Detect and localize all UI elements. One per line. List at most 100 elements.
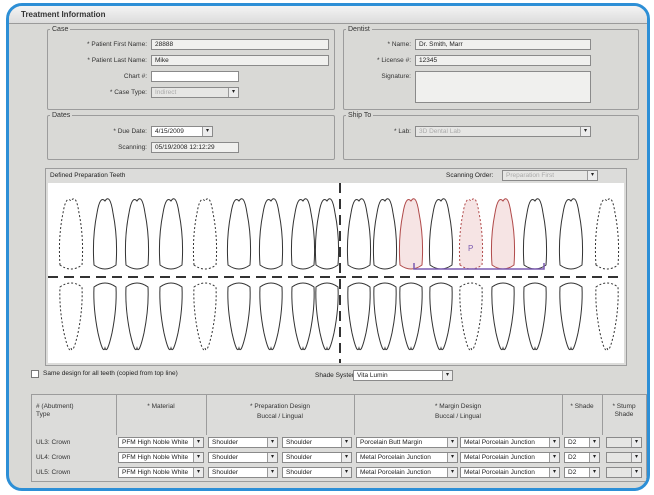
chevron-down-icon: ▾ [549, 438, 559, 447]
signature-box[interactable] [415, 71, 591, 103]
license-field[interactable]: 12345 [415, 55, 591, 66]
row-prep-buccal-value: Shoulder [212, 439, 239, 446]
chevron-down-icon: ▾ [631, 438, 641, 447]
row-prep-lingual-value: Shoulder [286, 439, 313, 446]
row-material-value: PFM High Noble White [122, 439, 189, 446]
row-stump-dropdown[interactable]: ▾ [606, 437, 642, 448]
dental-chart[interactable]: P [48, 183, 624, 363]
scanning-order-value: Preparation First [506, 172, 555, 179]
svg-text:P: P [468, 244, 473, 253]
chevron-down-icon: ▾ [589, 453, 599, 462]
case-type-dropdown[interactable]: Indirect ▾ [151, 87, 239, 98]
window-title: Treatment Information [9, 6, 647, 24]
dentist-name-field[interactable]: Dr. Smith, Marr [415, 39, 591, 50]
upper-tooth [522, 198, 548, 270]
lower-tooth [93, 282, 117, 351]
dates-legend: Dates [52, 112, 71, 119]
chevron-down-icon: ▾ [631, 453, 641, 462]
patient-first-name-label: * Patient First Name: [87, 41, 147, 48]
row-margin-lingual-value: Metal Porcelain Junction [464, 439, 535, 446]
upper-tooth [372, 198, 398, 270]
upper-tooth [92, 198, 118, 270]
upper-tooth [192, 198, 218, 270]
row-prep-buccal-dropdown[interactable]: Shoulder ▾ [208, 452, 278, 463]
upper-tooth [458, 198, 484, 270]
row-margin-lingual-dropdown[interactable]: Metal Porcelain Junction ▾ [460, 467, 560, 478]
chevron-down-icon: ▾ [442, 371, 452, 380]
row-material-dropdown[interactable]: PFM High Noble White ▾ [118, 467, 204, 478]
row-margin-lingual-value: Metal Porcelain Junction [464, 454, 535, 461]
row-material-dropdown[interactable]: PFM High Noble White ▾ [118, 437, 204, 448]
row-shade-dropdown[interactable]: D2 ▾ [564, 467, 600, 478]
same-design-label: Same design for all teeth (copied from t… [43, 370, 178, 377]
row-prep-buccal-dropdown[interactable]: Shoulder ▾ [208, 467, 278, 478]
row-margin-buccal-dropdown[interactable]: Metal Porcelain Junction ▾ [356, 467, 458, 478]
row-prep-lingual-dropdown[interactable]: Shoulder ▾ [282, 467, 352, 478]
col-header-prep-sub: Buccal / Lingual [257, 413, 303, 420]
row-stump-dropdown[interactable]: ▾ [606, 467, 642, 478]
same-design-checkbox[interactable] [31, 370, 39, 378]
row-margin-buccal-dropdown[interactable]: Metal Porcelain Junction ▾ [356, 452, 458, 463]
lab-label: * Lab: [394, 128, 411, 135]
row-margin-lingual-value: Metal Porcelain Junction [464, 469, 535, 476]
row-margin-buccal-value: Metal Porcelain Junction [360, 454, 431, 461]
lower-tooth [595, 282, 619, 351]
lower-tooth [227, 282, 251, 351]
lower-tooth [523, 282, 547, 351]
upper-tooth [428, 198, 454, 270]
chevron-down-icon: ▾ [447, 468, 457, 477]
lower-tooth [347, 282, 371, 351]
row-type-cell: UL4: Crown [36, 454, 71, 461]
row-margin-lingual-dropdown[interactable]: Metal Porcelain Junction ▾ [460, 452, 560, 463]
row-prep-lingual-dropdown[interactable]: Shoulder ▾ [282, 452, 352, 463]
lower-tooth [159, 282, 183, 351]
scanning-order-label: Scanning Order: [446, 172, 494, 179]
ship-to-legend: Ship To [348, 112, 372, 119]
row-stump-dropdown[interactable]: ▾ [606, 452, 642, 463]
row-margin-lingual-dropdown[interactable]: Metal Porcelain Junction ▾ [460, 437, 560, 448]
window-frame: Treatment Information Case * Patient Fir… [6, 3, 650, 491]
shade-system-dropdown[interactable]: Vita Lumin ▾ [353, 370, 453, 381]
row-prep-buccal-value: Shoulder [212, 454, 239, 461]
row-material-dropdown[interactable]: PFM High Noble White ▾ [118, 452, 204, 463]
col-header-prep-design: * Preparation Design [250, 403, 310, 410]
row-shade-dropdown[interactable]: D2 ▾ [564, 437, 600, 448]
teeth-panel: Defined Preparation Teeth Scanning Order… [45, 168, 627, 366]
scanning-order-dropdown[interactable]: Preparation First ▾ [502, 170, 598, 181]
patient-last-name-field[interactable]: Mike [151, 55, 329, 66]
due-date-label: * Due Date: [113, 128, 147, 135]
lower-tooth [193, 282, 217, 351]
chart-number-field[interactable] [151, 71, 239, 82]
lower-tooth [259, 282, 283, 351]
chevron-down-icon: ▾ [267, 453, 277, 462]
scanning-date-field: 05/19/2008 12:12:29 [151, 142, 239, 153]
lower-tooth [491, 282, 515, 351]
lab-value: 3D Dental Lab [419, 128, 461, 135]
row-shade-dropdown[interactable]: D2 ▾ [564, 452, 600, 463]
upper-tooth [346, 198, 372, 270]
due-date-picker[interactable]: 4/15/2009 ▾ [151, 126, 213, 137]
chevron-down-icon: ▾ [341, 438, 351, 447]
patient-first-name-field[interactable]: 28888 [151, 39, 329, 50]
upper-tooth [290, 198, 316, 270]
chevron-down-icon: ▾ [587, 171, 597, 180]
row-prep-lingual-dropdown[interactable]: Shoulder ▾ [282, 437, 352, 448]
chevron-down-icon: ▾ [193, 438, 203, 447]
row-prep-buccal-dropdown[interactable]: Shoulder ▾ [208, 437, 278, 448]
chevron-down-icon: ▾ [267, 438, 277, 447]
row-margin-buccal-dropdown[interactable]: Porcelain Butt Margin ▾ [356, 437, 458, 448]
teeth-panel-title: Defined Preparation Teeth [50, 172, 126, 179]
row-type-cell: UL5: Crown [36, 469, 71, 476]
dentist-name-label: * Name: [387, 41, 411, 48]
lower-tooth [399, 282, 423, 351]
row-prep-lingual-value: Shoulder [286, 454, 313, 461]
chevron-down-icon: ▾ [549, 468, 559, 477]
shade-system-value: Vita Lumin [357, 372, 388, 379]
upper-tooth [124, 198, 150, 270]
dental-chart-svg: P [48, 183, 624, 363]
lab-dropdown[interactable]: 3D Dental Lab ▾ [415, 126, 591, 137]
chevron-down-icon: ▾ [228, 88, 238, 97]
upper-tooth [158, 198, 184, 270]
lower-tooth [373, 282, 397, 351]
chevron-down-icon: ▾ [589, 438, 599, 447]
